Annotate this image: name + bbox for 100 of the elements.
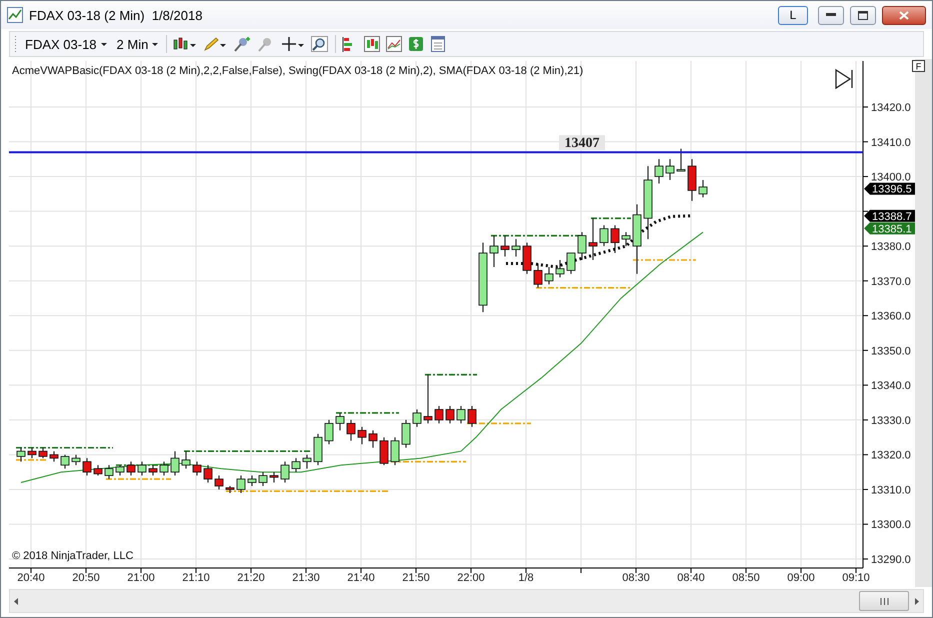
minimize-button[interactable]	[818, 6, 844, 24]
price-axis-label: 13380.0	[871, 241, 911, 254]
caret-icon	[100, 42, 107, 46]
candlestick	[556, 260, 564, 278]
dollar-icon[interactable]	[408, 36, 424, 52]
candlestick	[192, 461, 202, 476]
candlestick	[566, 252, 576, 274]
candlestick	[368, 430, 378, 448]
candlestick	[698, 180, 708, 198]
minimize-icon	[826, 13, 836, 17]
price-marker: 13396.5	[864, 182, 915, 196]
price-axis-label: 13290.0	[871, 554, 911, 566]
candlestick	[138, 461, 146, 476]
maximize-button[interactable]	[850, 6, 876, 24]
candlestick	[28, 447, 36, 459]
indicator-legend: AcmeVWAPBasic(FDAX 03-18 (2 Min),2,2,False,False), Swing(FDAX 03-18 (2 Min),2), SMA(FDAX 03-18 (2 Min),21)	[12, 65, 584, 77]
pencil-icon[interactable]	[203, 36, 228, 52]
time-axis-label: 1/8	[518, 572, 534, 584]
swing-high-line	[116, 464, 171, 466]
candlestick	[214, 475, 224, 490]
left-arrow-icon[interactable]	[14, 598, 18, 604]
candlestick	[490, 235, 498, 268]
play-to-end-icon[interactable]	[835, 69, 853, 89]
candlestick	[468, 406, 476, 428]
candlestick	[38, 447, 48, 459]
horizontal-line[interactable]	[9, 151, 863, 154]
line-label: 13407	[559, 135, 605, 152]
price-axis-label: 13410.0	[871, 136, 911, 149]
pin-add-icon[interactable]	[233, 36, 252, 52]
interval-dropdown[interactable]: 2 Min	[114, 36, 160, 52]
candlestick	[116, 464, 124, 476]
zoom-icon[interactable]	[311, 36, 330, 52]
candlestick	[478, 242, 488, 313]
grip-icon	[14, 35, 17, 53]
swing-high-line	[336, 412, 399, 414]
horizontal-scrollbar[interactable]	[9, 589, 924, 613]
candlestick	[412, 409, 422, 428]
window-title: FDAX 03-18 (2 Min) 1/8/2018	[29, 8, 204, 22]
candlestick	[688, 158, 696, 202]
price-marker: 13385.1	[864, 222, 915, 236]
time-axis-label: 21:30	[292, 572, 320, 584]
bars-icon[interactable]	[364, 36, 380, 52]
candlestick	[446, 406, 454, 424]
time-axis-label: 21:40	[347, 572, 375, 584]
scrollbar-thumb[interactable]	[859, 591, 909, 611]
swing-high-line	[591, 217, 631, 220]
candlestick	[258, 472, 268, 486]
candlestick	[314, 433, 322, 466]
candlestick	[72, 454, 80, 466]
candlestick	[292, 458, 300, 473]
time-axis-label: 21:50	[402, 572, 430, 584]
maximize-icon	[858, 10, 868, 20]
caret-icon	[152, 42, 158, 46]
candlestick	[500, 235, 510, 257]
candlestick	[600, 224, 608, 247]
candlestick-icon[interactable]	[173, 36, 198, 52]
candlestick	[50, 450, 58, 462]
right-arrow-icon[interactable]	[915, 598, 919, 604]
candlestick	[236, 475, 246, 494]
crosshair-icon[interactable]	[281, 36, 306, 52]
candlestick	[346, 419, 356, 442]
candlestick	[522, 242, 532, 274]
candlestick	[182, 450, 190, 470]
close-icon	[899, 10, 909, 20]
time-axis-label: 20:50	[72, 572, 100, 584]
time-axis-label: 08:30	[622, 572, 650, 584]
candlestick	[390, 436, 400, 466]
window-icon[interactable]	[430, 36, 446, 52]
candlestick	[534, 262, 542, 288]
time-axis-label: 09:10	[842, 572, 870, 584]
candlestick	[148, 464, 158, 476]
candlestick	[544, 266, 554, 285]
candlestick	[654, 158, 664, 184]
candlestick	[280, 461, 290, 484]
candlestick	[82, 458, 92, 476]
candlestick	[666, 158, 674, 181]
price-axis-label: 13320.0	[871, 450, 911, 462]
candlestick	[302, 454, 312, 470]
time-axis-label: 21:20	[237, 572, 265, 584]
candlestick	[324, 419, 334, 445]
line-chart-icon[interactable]	[386, 36, 402, 52]
time-axis-label: 21:10	[182, 572, 210, 584]
candlestick	[170, 450, 180, 476]
candlestick	[434, 406, 444, 424]
time-axis-label: 20:40	[17, 572, 45, 584]
instrument-dropdown[interactable]: FDAX 03-18	[23, 36, 109, 52]
candlestick	[204, 464, 212, 484]
time-axis-label: 08:40	[677, 572, 705, 584]
price-axis-label: 13300.0	[871, 519, 911, 532]
candlestick	[578, 232, 586, 260]
grip-icon	[880, 598, 888, 604]
price-axis-label: 13420.0	[871, 102, 911, 114]
time-axis-label: 21:00	[127, 572, 155, 584]
panel-button[interactable]: F	[912, 60, 925, 72]
link-button[interactable]: L	[778, 6, 808, 24]
time-axis-label: 09:00	[787, 572, 815, 584]
candlestick	[94, 464, 102, 476]
copyright-text: © 2018 NinjaTrader, LLC	[12, 550, 134, 562]
candlestick	[16, 447, 26, 462]
close-button[interactable]	[882, 6, 926, 24]
